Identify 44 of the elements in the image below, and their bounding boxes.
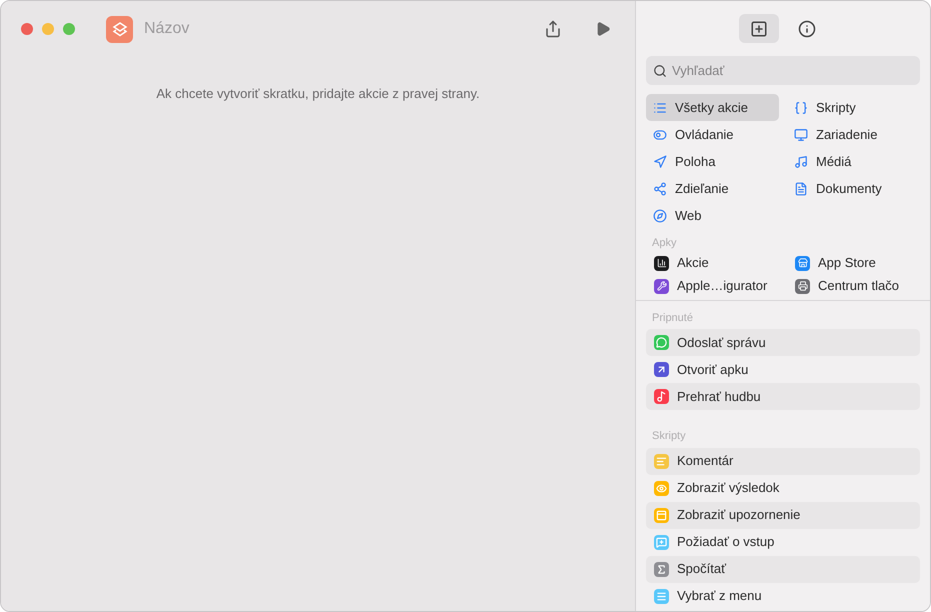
category-item[interactable]: Médiá — [787, 148, 920, 175]
search-icon — [653, 64, 667, 78]
action-item[interactable]: Vybrať z menu — [646, 582, 920, 610]
section-title: Pripnuté — [651, 310, 694, 326]
action-item[interactable]: Komentár — [646, 448, 920, 474]
library-tab[interactable] — [739, 14, 779, 43]
section-title: Skripty — [651, 429, 687, 444]
share-icon — [544, 20, 562, 38]
app-item[interactable]: Apple…igurator — [646, 274, 779, 298]
action-item[interactable]: Zobraziť výsledok — [646, 474, 920, 502]
empty-hint: Ak chcete vytvoriť skratku, pridajte akcie z pravej strany. — [156, 85, 480, 103]
action-item[interactable]: Odoslať správu — [646, 329, 920, 356]
category-item[interactable]: Všetky akcie — [646, 94, 779, 121]
close-button[interactable] — [21, 23, 33, 35]
list-icon — [653, 100, 667, 114]
action-item[interactable]: Prehrať hudbu — [646, 383, 920, 410]
action-item[interactable]: Otvoriť apku — [646, 356, 920, 383]
action-item[interactable]: Zobraziť upozornenie — [646, 502, 920, 528]
app-item[interactable]: App Store — [787, 252, 920, 274]
arrow-icon — [653, 154, 667, 168]
layers-icon — [106, 16, 133, 42]
category-item[interactable]: Zdieľanie — [646, 175, 779, 202]
info-icon — [798, 20, 816, 38]
category-item[interactable]: Web — [646, 202, 779, 229]
monitor-icon — [794, 128, 808, 142]
play-icon — [595, 21, 611, 37]
app-item[interactable]: Centrum tlačo — [787, 274, 920, 298]
category-item[interactable]: Ovládanie — [646, 121, 779, 148]
category-item[interactable]: Zariadenie — [787, 121, 920, 148]
category-item[interactable]: Skripty — [787, 94, 920, 121]
music-note-icon — [794, 154, 808, 168]
toggle-icon — [653, 128, 667, 142]
section-title: Apky — [651, 236, 678, 251]
category-item[interactable]: Poloha — [646, 148, 779, 175]
search-field[interactable]: Vyhľadať — [646, 56, 920, 85]
action-item[interactable]: Požiadať o vstup — [646, 528, 920, 556]
action-item[interactable]: Spočítať — [646, 556, 920, 582]
document-icon — [794, 182, 808, 196]
plus-square-icon — [750, 20, 768, 38]
category-item[interactable]: Dokumenty — [787, 175, 920, 202]
code-icon — [794, 100, 808, 114]
share-icon — [653, 182, 667, 196]
compass-icon — [653, 208, 667, 222]
app-item[interactable]: Akcie — [646, 252, 779, 274]
